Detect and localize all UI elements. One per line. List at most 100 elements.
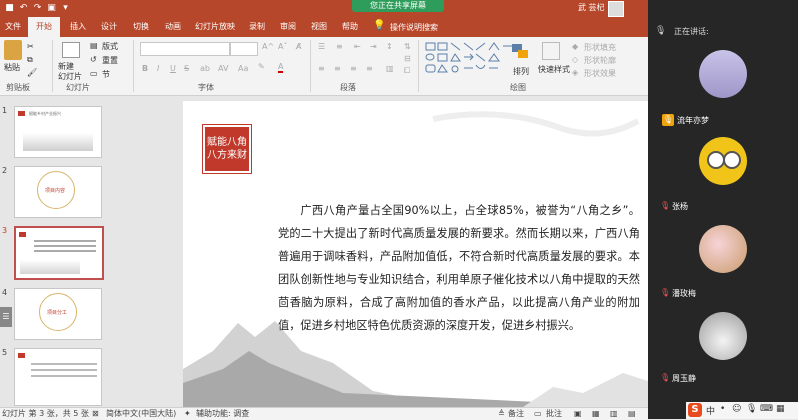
arrange-button[interactable]: 排列 [513, 66, 529, 77]
tab-view[interactable]: 视图 [306, 17, 332, 37]
tab-file[interactable]: 文件 [0, 17, 26, 37]
smartart-icon[interactable]: ⧠ [404, 66, 410, 76]
accessibility-icon[interactable]: ✦ [184, 408, 191, 420]
emoji-icon[interactable]: ☺ [732, 404, 741, 414]
present-icon[interactable]: ▣ [46, 3, 57, 14]
new-slide-button[interactable]: 新建 幻灯片 [58, 62, 82, 82]
quick-styles-button[interactable]: 快速样式 [538, 64, 570, 75]
reset-icon[interactable]: ↺ [90, 55, 97, 64]
increase-indent-icon[interactable]: ⇥ [370, 42, 377, 51]
grow-font-icon[interactable]: A^ [262, 42, 274, 51]
punctuation-icon[interactable]: • [720, 404, 725, 414]
layout-button[interactable]: 版式 [102, 41, 118, 52]
align-left-icon[interactable]: ≡ [318, 64, 325, 73]
char-spacing-icon[interactable]: AV [218, 64, 228, 73]
tab-animations[interactable]: 动画 [158, 17, 188, 37]
text-direction-icon[interactable]: ⇅ [404, 42, 411, 51]
tab-home[interactable]: 开始 [28, 17, 60, 37]
notes-icon[interactable]: ≜ [498, 408, 505, 420]
underline-button[interactable]: U [170, 64, 176, 73]
cut-icon[interactable]: ✂ [27, 42, 34, 51]
decrease-indent-icon[interactable]: ⇤ [354, 42, 361, 51]
slide-thumbnail-4[interactable]: 项目分工 [14, 288, 102, 340]
bold-button[interactable]: B [142, 64, 148, 73]
shape-effects-icon[interactable]: ◈ [572, 68, 578, 77]
justify-icon[interactable]: ≡ [366, 64, 373, 73]
tab-transitions[interactable]: 切换 [126, 17, 156, 37]
highlight-icon[interactable]: ✎ [258, 62, 265, 71]
screen-share-banner[interactable]: 您正在共享屏幕 [352, 0, 444, 12]
shadow-icon[interactable]: ab [200, 64, 210, 73]
shape-effects-button[interactable]: 形状效果 [584, 68, 616, 79]
title-stamp-seal[interactable]: 赋能八角 八方来财 [202, 124, 252, 174]
shape-outline-button[interactable]: 形状轮廓 [584, 55, 616, 66]
tab-slideshow[interactable]: 幻灯片放映 [190, 17, 240, 37]
current-slide[interactable]: 赋能八角 八方来财 广西八角产量占全国90%以上，占全球85%，被誉为“八角之乡… [183, 101, 648, 407]
participant-video-4[interactable] [699, 312, 747, 360]
line-spacing-icon[interactable]: ↕ [386, 42, 393, 51]
shape-fill-button[interactable]: 形状填充 [584, 42, 616, 53]
change-case-icon[interactable]: Aa [238, 64, 248, 73]
strikethrough-button[interactable]: S [184, 64, 189, 73]
save-icon[interactable]: ■ [4, 3, 15, 14]
reset-button[interactable]: 重置 [102, 55, 118, 66]
tab-record[interactable]: 录制 [244, 17, 270, 37]
tell-me-search[interactable]: 操作说明搜索 [390, 22, 438, 33]
slide-sorter-icon[interactable]: ▦ [592, 408, 600, 420]
reading-view-icon[interactable]: ▥ [610, 408, 618, 420]
redo-icon[interactable]: ↷ [32, 3, 43, 14]
format-painter-icon[interactable]: 🖌 [27, 68, 37, 77]
new-slide-icon[interactable] [62, 42, 80, 58]
copy-icon[interactable]: ⧉ [27, 55, 33, 65]
font-size-box[interactable] [230, 42, 258, 56]
section-icon[interactable]: ▭ [90, 69, 98, 78]
customize-qat-icon[interactable]: ▾ [60, 3, 71, 14]
tab-design[interactable]: 设计 [94, 17, 124, 37]
voice-input-icon[interactable]: 🎙 [746, 404, 757, 414]
tab-insert[interactable]: 插入 [63, 17, 93, 37]
slide-thumbnail-2[interactable]: 项目内容 [14, 166, 102, 218]
user-avatar[interactable] [608, 1, 624, 17]
paste-icon[interactable] [4, 40, 22, 60]
slide-thumbnail-3[interactable] [14, 226, 104, 280]
user-name[interactable]: 武 芸杞 [578, 2, 605, 13]
italic-button[interactable]: I [157, 64, 159, 73]
slide-body-text[interactable]: 广西八角产量占全国90%以上，占全球85%，被誉为“八角之乡”。党的二十大提出了… [278, 199, 640, 337]
font-name-box[interactable] [140, 42, 230, 56]
participant-video-2[interactable] [699, 137, 747, 185]
align-text-icon[interactable]: ⊟ [404, 54, 411, 63]
arrange-icon[interactable] [512, 44, 532, 62]
tab-review[interactable]: 审阅 [275, 17, 301, 37]
numbering-icon[interactable]: ≡ [336, 42, 343, 51]
shapes-gallery[interactable] [424, 40, 522, 76]
participant-video-3[interactable] [699, 225, 747, 273]
shape-fill-icon[interactable]: ◆ [572, 42, 578, 51]
shape-outline-icon[interactable]: ◇ [572, 55, 578, 64]
layout-icon[interactable]: ▤ [90, 41, 98, 50]
notes-button[interactable]: 备注 [508, 408, 524, 420]
slide-thumbnail-1[interactable]: 赋能乡村产业振兴 [14, 106, 102, 158]
columns-icon[interactable]: ▥ [386, 64, 394, 73]
slideshow-view-icon[interactable]: ▤ [628, 408, 636, 420]
clear-format-icon[interactable]: A̸ [296, 42, 301, 51]
shrink-font-icon[interactable]: Aˇ [278, 42, 287, 51]
keyboard-icon[interactable]: ⌨ [760, 404, 773, 414]
ime-menu-icon[interactable]: ▦ [776, 404, 785, 414]
comments-icon[interactable]: ▭ [534, 408, 542, 420]
align-center-icon[interactable]: ≡ [334, 64, 341, 73]
slide-thumbnail-5[interactable] [14, 348, 102, 406]
spellcheck-icon[interactable]: ⊠ [92, 408, 99, 420]
paste-button[interactable]: 粘贴 [4, 62, 20, 73]
tab-help[interactable]: 帮助 [337, 17, 363, 37]
participant-video-1[interactable] [699, 50, 747, 98]
section-button[interactable]: 节 [102, 69, 110, 80]
bullets-icon[interactable]: ☰ [318, 42, 325, 51]
align-right-icon[interactable]: ≡ [350, 64, 357, 73]
comments-button[interactable]: 批注 [546, 408, 562, 420]
normal-view-icon[interactable]: ▣ [574, 408, 582, 420]
undo-icon[interactable]: ↶ [18, 3, 29, 14]
language-indicator[interactable]: 简体中文(中国大陆) [106, 408, 176, 420]
thumbnail-collapse-icon[interactable]: ☰ [0, 307, 12, 327]
sogou-ime-icon[interactable]: S [688, 403, 702, 417]
ime-mode-icon[interactable]: 中 [706, 404, 715, 417]
